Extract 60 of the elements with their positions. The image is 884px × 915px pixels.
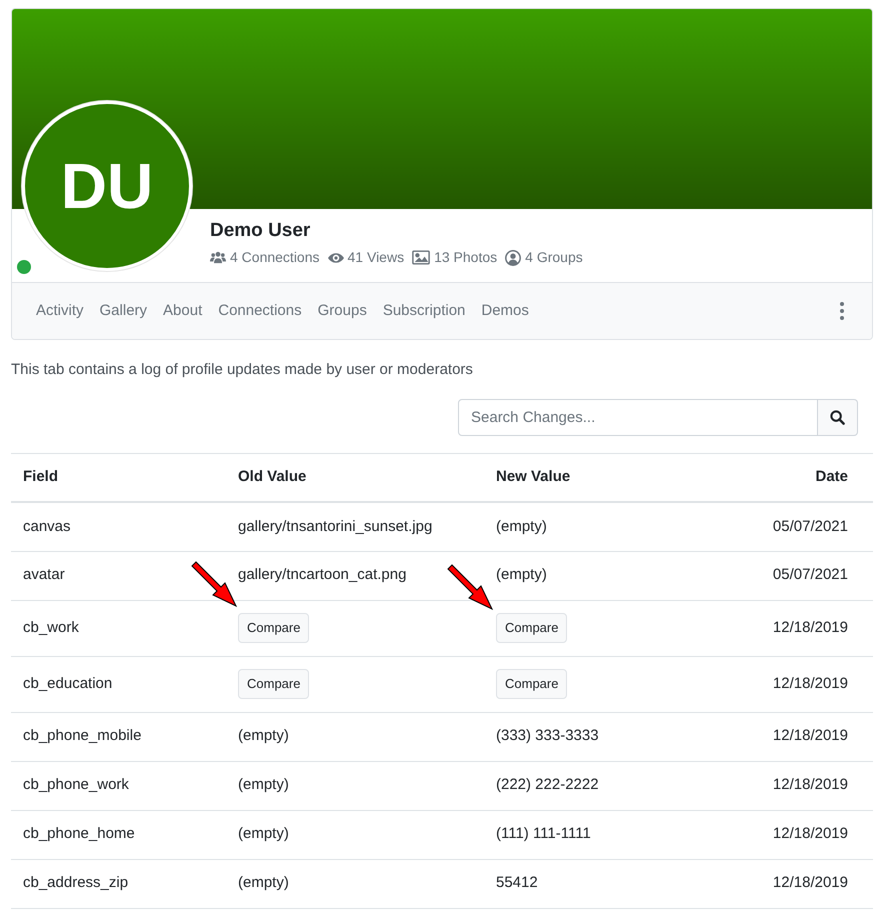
nav-tab[interactable]: About [155,300,210,322]
arrow-icon [447,564,493,610]
table-cell: (empty) [238,825,289,842]
table-cell: gallery/tncartoon_cat.png [238,566,406,584]
stat-text: 13 Photos [434,248,498,267]
table-cell: (333) 333-3333 [496,727,599,744]
description-text: This tab contains a log of profile updates made by user or moderators [11,360,473,380]
search-icon [830,410,845,424]
compare-button[interactable]: Compare [496,613,568,643]
table-cell: cb_work [23,618,79,636]
table-cell: 05/07/2021 [772,518,848,534]
more-options-icon[interactable] [840,302,844,320]
arrow-icon [191,561,237,607]
table-cell: (empty) [238,727,289,744]
stat-text: 4 Groups [525,248,583,267]
table-cell: canvas [23,518,71,534]
nav-tab[interactable]: Connections [210,300,310,322]
column-header: Old Value [226,453,484,502]
table-cell: cb_phone_work [23,776,129,794]
nav-tab[interactable]: Subscription [374,300,474,322]
table-cell: cb_education [23,674,112,692]
search-button[interactable] [818,398,858,436]
table-cell: 12/18/2019 [772,618,848,636]
column-header: Date [724,453,873,502]
stat-text: 4 Connections [230,248,320,267]
table-cell: (empty) [496,566,547,584]
column-header: New Value [484,453,724,502]
table-cell: cb_phone_mobile [23,727,142,744]
nav-tab[interactable]: Gallery [92,300,156,322]
user-circle-icon [505,250,522,266]
table-cell: 05/07/2021 [772,566,848,584]
table-cell: cb_address_zip [23,874,128,892]
nav-tab[interactable]: Activity [28,300,92,322]
users-icon [210,251,226,264]
table-cell: 12/18/2019 [772,776,848,794]
table-cell: 55412 [496,874,538,892]
avatar: DU [22,101,192,271]
nav-tab[interactable]: Groups [310,300,375,322]
table-cell: (empty) [238,874,289,892]
image-icon [412,250,430,265]
table-cell: avatar [23,566,65,584]
search-field[interactable]: Search Changes... [458,398,818,436]
compare-button[interactable]: Compare [238,613,310,643]
nav-tab[interactable]: Demos [473,300,537,322]
compare-button[interactable]: Compare [496,669,568,699]
table-cell: 12/18/2019 [772,825,848,842]
table-cell: cb_phone_home [23,825,135,842]
compare-button[interactable]: Compare [238,669,310,699]
table-cell: (111) 111-1111 [496,825,591,842]
table-cell: gallery/tnsantorini_sunset.jpg [238,518,432,534]
table-cell: 12/18/2019 [772,727,848,744]
table-cell: (empty) [496,518,547,534]
column-header: Field [11,453,226,502]
stat-text: 41 Views [348,248,404,267]
profile-name: Demo User [210,219,310,243]
table-cell: 12/18/2019 [772,674,848,692]
eye-icon [328,252,344,264]
table-cell: (222) 222-2222 [496,776,599,794]
table-cell: (empty) [238,776,289,794]
table-cell: 12/18/2019 [772,874,848,892]
